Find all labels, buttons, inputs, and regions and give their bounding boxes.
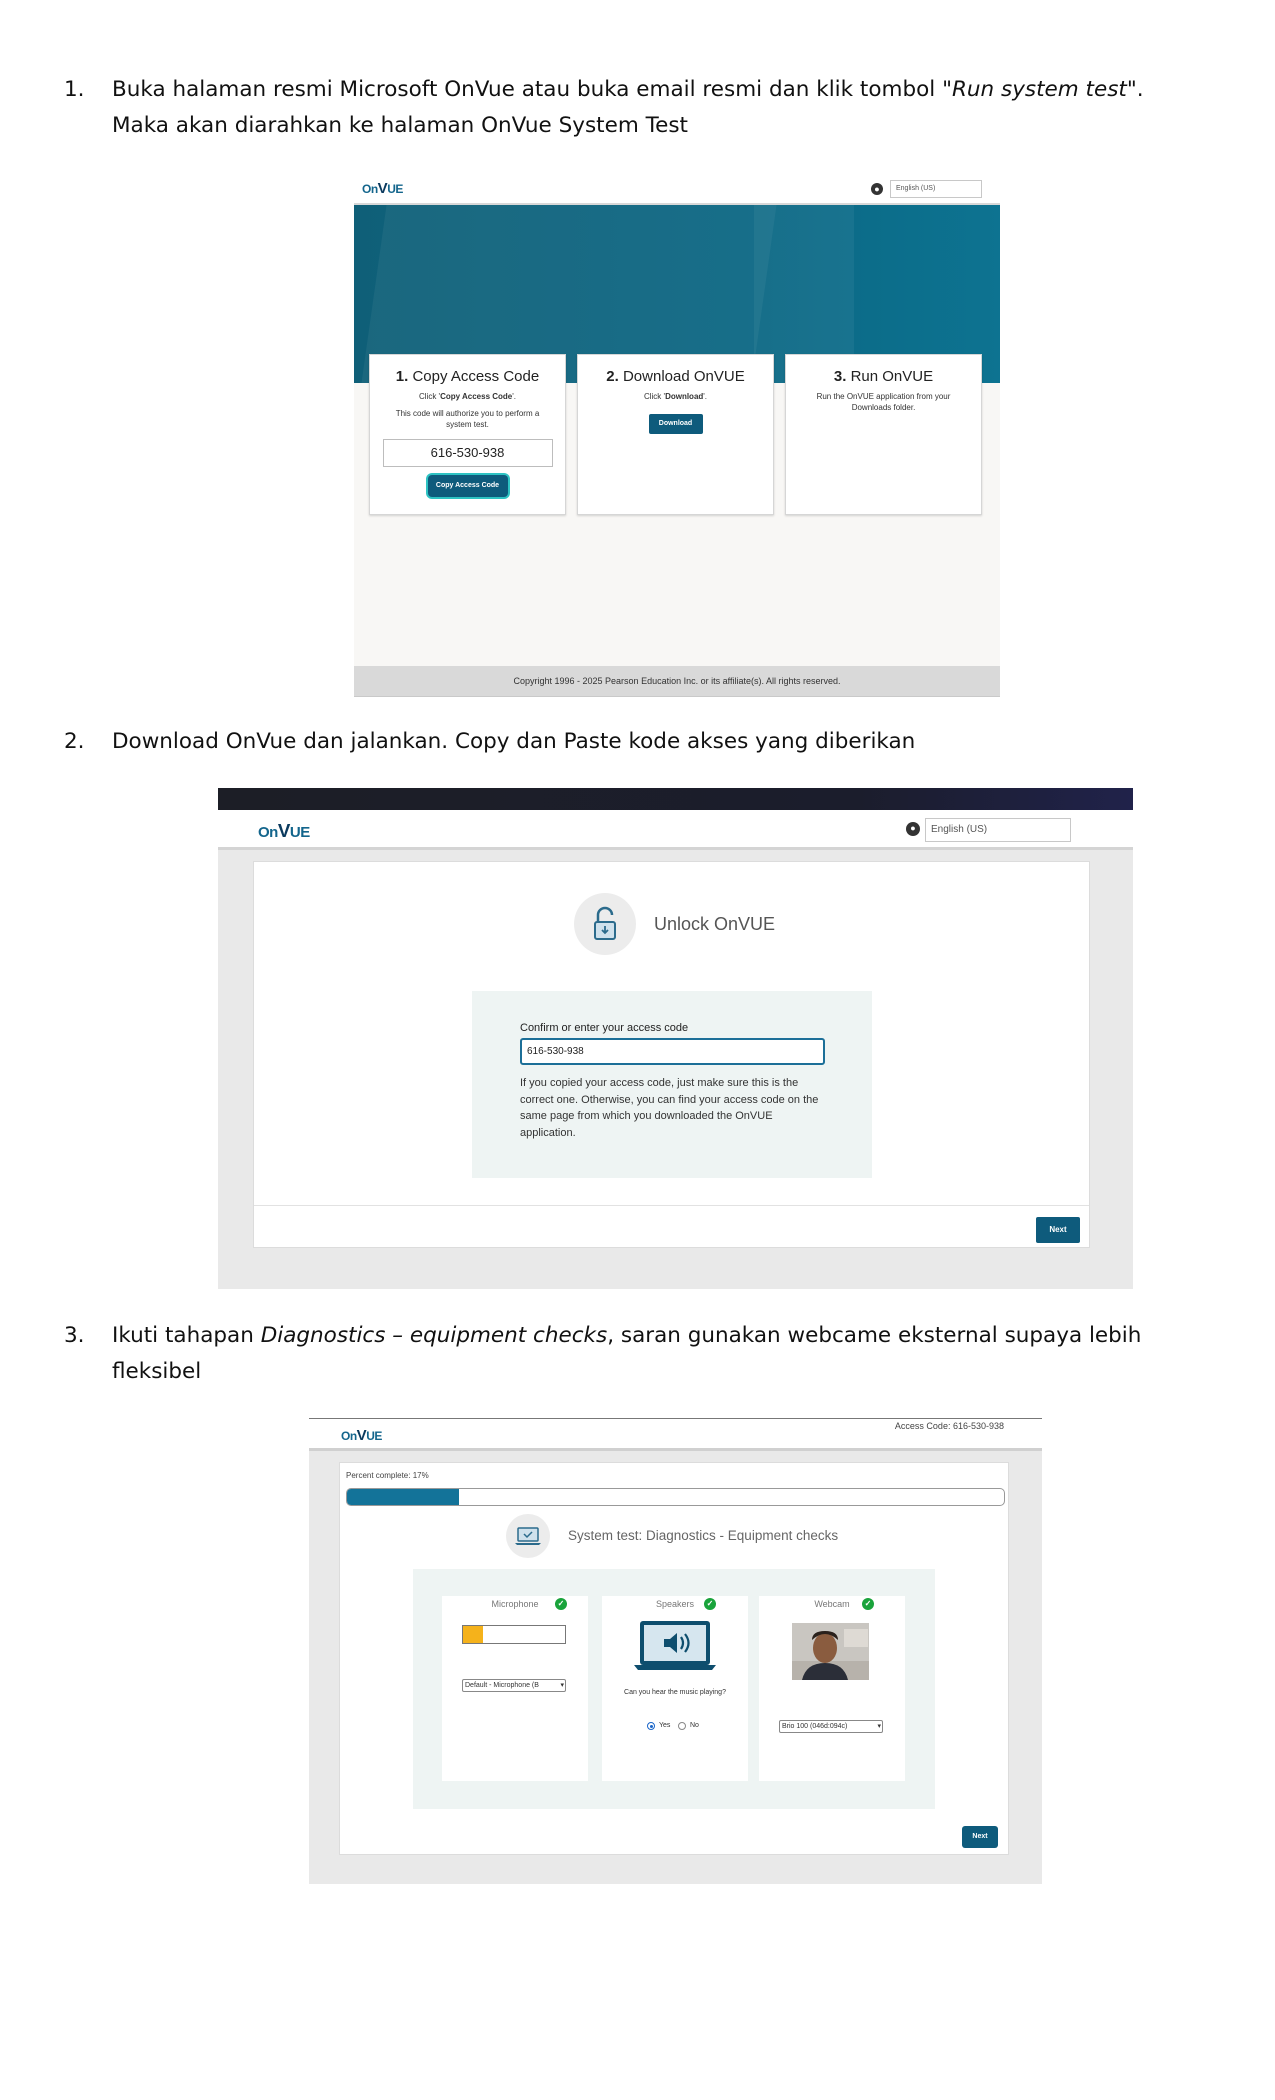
yes-label: Yes	[659, 1722, 671, 1729]
access-code-text: Access Code: 616-530-938	[894, 1421, 1004, 1431]
step-text: Download OnVue dan jalankan. Copy dan Pa…	[112, 729, 916, 754]
top-bar: OnVUE Access Code: 616-530-938	[309, 1419, 1042, 1451]
globe-icon: ●	[906, 822, 920, 836]
card-instruction: Click 'Copy Access Code'.	[418, 392, 516, 401]
microphone-level-fill	[463, 1626, 484, 1643]
chevron-down-icon: ▾	[560, 1682, 564, 1689]
laptop-check-icon	[506, 1514, 550, 1558]
access-code-display: 616-530-938	[382, 439, 553, 467]
check-icon: ✓	[555, 1598, 567, 1610]
top-bar: OnVUE ● English (US)	[354, 172, 1000, 205]
step-2: 2. Download OnVue dan jalankan. Copy dan…	[64, 724, 1192, 760]
microphone-level-meter	[462, 1625, 566, 1644]
card-title: 3. Run OnVUE	[833, 368, 934, 385]
webcam-label: Webcam	[814, 1599, 850, 1609]
copy-access-code-button[interactable]: Copy Access Code	[427, 475, 508, 497]
lock-icon	[574, 893, 636, 955]
panel-footer	[254, 1205, 1089, 1249]
step-text-line-2: Maka akan diarahkan ke halaman OnVue Sys…	[112, 113, 688, 138]
step-3: 3. Ikuti tahapan Diagnostics – equipment…	[64, 1318, 1192, 1390]
page-title: System test: Diagnostics - Equipment che…	[568, 1528, 839, 1543]
step-number: 2.	[64, 729, 85, 754]
next-button[interactable]: Next	[962, 1826, 998, 1848]
access-code-input[interactable]: 616-530-938	[520, 1038, 825, 1065]
unlock-panel: Unlock OnVUE Confirm or enter your acces…	[253, 861, 1090, 1248]
progress-bar-fill	[347, 1489, 459, 1505]
check-icon: ✓	[704, 1598, 716, 1610]
card-instruction: Click 'Download'.	[643, 392, 708, 401]
page-footer: Copyright 1996 - 2025 Pearson Education …	[354, 666, 1000, 696]
step-text-line-1: Buka halaman resmi Microsoft OnVue atau …	[112, 77, 1144, 102]
language-select[interactable]: English (US)	[890, 180, 982, 198]
percent-complete-label: Percent complete: 17%	[346, 1471, 429, 1480]
onvue-logo: OnVUE	[362, 180, 403, 197]
check-icon: ✓	[862, 1598, 874, 1610]
page-title: Unlock OnVUE	[654, 914, 776, 934]
onvue-logo: OnVUE	[341, 1427, 382, 1444]
microphone-select[interactable]: Default - Microphone (B ▾	[462, 1679, 566, 1692]
globe-icon: ●	[871, 183, 883, 195]
step-number: 3.	[64, 1323, 85, 1348]
webcam-preview	[792, 1623, 869, 1680]
progress-bar	[346, 1488, 1005, 1506]
window-title-bar	[218, 788, 1133, 810]
laptop-speaker-icon	[632, 1620, 718, 1677]
speakers-label: Speakers	[655, 1599, 695, 1609]
language-select[interactable]: English (US)	[925, 818, 1071, 842]
card-download-onvue: 2. Download OnVUE Click 'Download'. Down…	[577, 354, 774, 515]
card-title: 1. Copy Access Code	[395, 368, 540, 385]
access-code-section: Confirm or enter your access code 616-53…	[472, 991, 872, 1178]
step-number: 1.	[64, 77, 85, 102]
screenshot-unlock-onvue: OnVUE ● English (US) Unlock OnVUE Confir…	[218, 788, 1133, 1289]
top-bar: OnVUE ● English (US)	[218, 810, 1133, 850]
diagnostics-panel: Percent complete: 17% System test: Diagn…	[339, 1462, 1009, 1855]
card-description: Run the OnVUE application from your Down…	[816, 392, 951, 412]
speakers-question: Can you hear the music playing?	[624, 1689, 726, 1696]
yes-radio[interactable]	[647, 1722, 655, 1730]
screenshot-equipment-checks: OnVUE Access Code: 616-530-938 Percent c…	[309, 1418, 1042, 1884]
step-text-line-1: Ikuti tahapan Diagnostics – equipment ch…	[112, 1323, 1142, 1348]
access-code-label: Confirm or enter your access code	[520, 1022, 689, 1034]
webcam-select[interactable]: Brio 100 (046d:094c) ▾	[779, 1720, 883, 1733]
no-label: No	[690, 1722, 699, 1729]
speakers-radio-group: Yes No	[647, 1722, 707, 1732]
microphone-card: Microphone ✓ Default - Microphone (B ▾	[442, 1596, 588, 1781]
card-title: 2. Download OnVUE	[606, 368, 745, 385]
screenshot-system-test-page: OnVUE ● English (US) 1. Copy Access Code…	[354, 172, 1000, 697]
no-radio[interactable]	[678, 1722, 686, 1730]
access-code-help-text: If you copied your access code, just mak…	[520, 1077, 819, 1139]
next-button[interactable]: Next	[1036, 1217, 1080, 1243]
step-text-line-2: fleksibel	[112, 1359, 202, 1384]
speakers-card: Speakers ✓ Can you hear the music playin…	[602, 1596, 748, 1781]
step-1: 1. Buka halaman resmi Microsoft OnVue at…	[64, 72, 1192, 144]
onvue-logo: OnVUE	[258, 820, 310, 841]
card-description: This code will authorize you to perform …	[395, 409, 540, 429]
card-copy-access-code: 1. Copy Access Code Click 'Copy Access C…	[369, 354, 566, 515]
chevron-down-icon: ▾	[877, 1723, 881, 1730]
download-button[interactable]: Download	[648, 414, 703, 434]
webcam-card: Webcam ✓ Brio 100 (046d:094c) ▾	[759, 1596, 905, 1781]
card-run-onvue: 3. Run OnVUE Run the OnVUE application f…	[785, 354, 982, 515]
equipment-checks-area: Microphone ✓ Default - Microphone (B ▾ Sp…	[413, 1569, 935, 1809]
